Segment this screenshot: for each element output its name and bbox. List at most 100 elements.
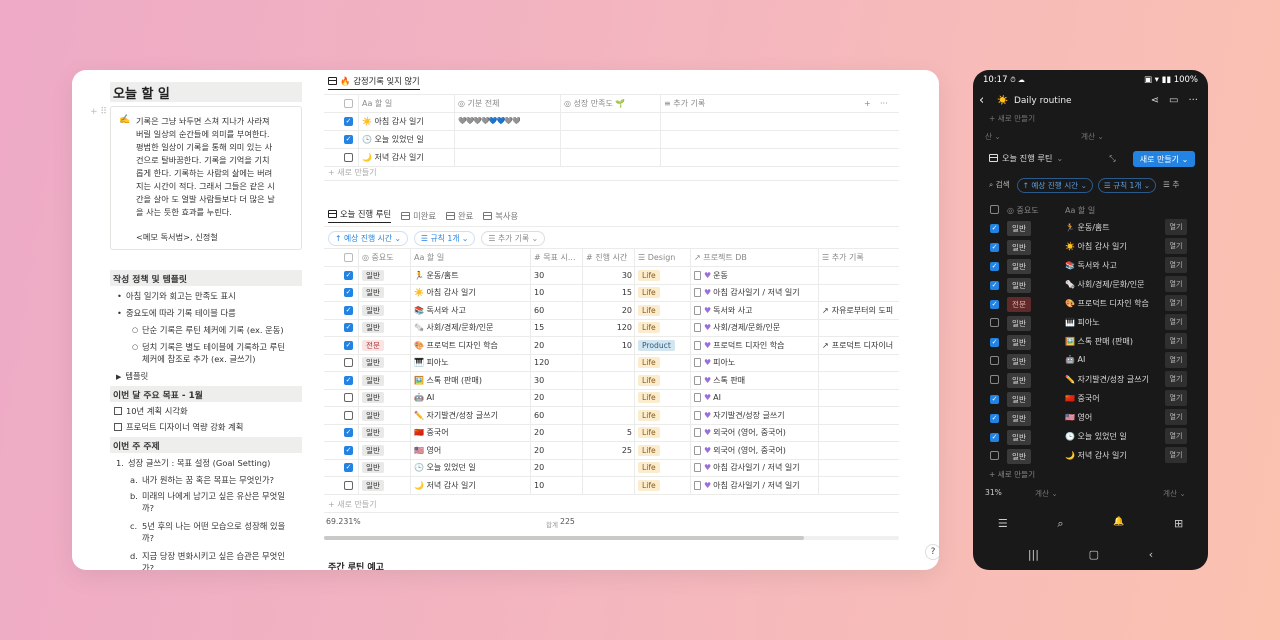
priority-tag[interactable]: 일반 (362, 374, 384, 386)
list-item[interactable]: 일반 ☀️ 아침 감사 일기 열기 (987, 237, 1197, 256)
list-item[interactable]: 일반 ✏️ 자기발견/성장 글쓰기 열기 (987, 370, 1197, 389)
row-task[interactable]: ☀️ 아침 감사 일기 (414, 284, 532, 302)
row-project-relation[interactable]: ♥ 자기발견/성장 글쓰기 (694, 406, 820, 424)
table-row[interactable]: 🌙 저녁 감사 일기 (324, 148, 899, 166)
open-row-button[interactable]: 열기 (1165, 333, 1187, 349)
row-project-relation[interactable]: ♥ AI (694, 389, 820, 407)
row-task[interactable]: 🗞️ 사회/경제/문화/인문 (1065, 279, 1144, 290)
row-checkbox[interactable] (344, 441, 353, 459)
row-checkbox[interactable] (990, 318, 999, 329)
list-item[interactable]: 일반 📚 독서와 사고 열기 (987, 256, 1197, 275)
priority-tag[interactable]: 일반 (1007, 335, 1031, 350)
row-checkbox[interactable] (990, 413, 999, 423)
priority-tag[interactable]: 전문 (1007, 297, 1031, 312)
row-task[interactable]: 🖼️ 스톡 판매 (판매) (414, 371, 532, 389)
row-task[interactable]: 🎨 프로덕트 디자인 학습 (1065, 298, 1149, 309)
row-task[interactable]: 🏃 운동/홈트 (1065, 222, 1110, 233)
row-task[interactable]: 🎨 프로덕트 디자인 학습 (414, 336, 532, 354)
row-checkbox[interactable] (344, 389, 353, 407)
open-row-button[interactable]: 열기 (1165, 314, 1187, 330)
priority-tag[interactable]: 일반 (362, 269, 384, 281)
toggle-triangle-icon[interactable]: ▶ (116, 373, 121, 381)
open-row-button[interactable]: 열기 (1165, 371, 1187, 387)
row-project-relation[interactable]: ♥ 아침 감사일기 / 저녁 일기 (694, 476, 820, 494)
row-checkbox[interactable] (344, 406, 353, 424)
list-item[interactable]: 일반 🖼️ 스톡 판매 (판매) 열기 (987, 332, 1197, 351)
bell-icon[interactable]: 🔔 (1113, 517, 1124, 535)
list-icon[interactable]: ☰ (998, 517, 1008, 535)
filter-rule[interactable]: ☰ 규칙 1개 ⌄ (414, 231, 476, 246)
phone-col-priority[interactable]: ◎ 중요도 (1007, 205, 1039, 216)
phone-new-row[interactable]: + 새로 만들기 (989, 469, 1035, 480)
comment-icon[interactable]: ▭ (1169, 95, 1178, 106)
phone-col-task[interactable]: Aa 할 일 (1065, 205, 1095, 216)
row-task[interactable]: 🌙 저녁 감사 일기 (414, 476, 532, 494)
select-all-checkbox[interactable] (344, 248, 353, 266)
db2-new-row-button[interactable]: + 새로 만들기 (328, 499, 377, 510)
priority-tag[interactable]: 일반 (1007, 278, 1031, 293)
row-checkbox[interactable] (344, 371, 353, 389)
open-row-button[interactable]: 열기 (1165, 352, 1187, 368)
col-header-1[interactable]: Aa 할 일 (414, 248, 532, 266)
row-checkbox[interactable] (344, 354, 353, 372)
phone-db-selector[interactable]: 오늘 진행 루틴 ⌄ ⤡ (989, 152, 1116, 164)
row-checkbox[interactable] (990, 375, 999, 386)
row-checkbox[interactable] (344, 130, 353, 148)
row-project-relation[interactable]: ♥ 아침 감사일기 / 저녁 일기 (694, 459, 820, 477)
table-row[interactable]: 일반🖼️ 스톡 판매 (판매)30Life♥스톡 판매 (324, 371, 899, 389)
row-checkbox[interactable] (990, 261, 999, 271)
design-tag[interactable]: Life (638, 392, 660, 403)
row-task[interactable]: 📚 독서와 사고 (1065, 260, 1117, 271)
search-icon[interactable]: ⌕ (1057, 517, 1063, 535)
open-row-button[interactable]: 열기 (1165, 295, 1187, 311)
col-header-5[interactable]: ↗ 프로젝트 DB (694, 248, 820, 266)
row-task[interactable]: 🇺🇸 영어 (414, 441, 532, 459)
db1-new-row-button[interactable]: + 새로 만들기 (328, 167, 377, 178)
tab-view-3[interactable]: 복사용 (483, 209, 518, 223)
design-tag[interactable]: Life (638, 287, 660, 298)
row-task[interactable]: 🖼️ 스톡 판매 (판매) (1065, 336, 1133, 347)
tab-view-0[interactable]: 오늘 진행 루틴 (328, 209, 392, 223)
priority-tag[interactable]: 일반 (1007, 411, 1031, 426)
row-project-relation[interactable]: ♥ 운동 (694, 266, 820, 284)
list-item[interactable]: 일반 🗞️ 사회/경제/문화/인문 열기 (987, 275, 1197, 294)
design-tag[interactable]: Life (638, 409, 660, 421)
new-page-icon[interactable]: ⊞ (1174, 517, 1183, 535)
row-extra-record[interactable]: ↗ 자유로부터의 도피 (822, 301, 899, 319)
open-row-button[interactable]: 열기 (1165, 257, 1187, 273)
row-task[interactable]: 🕒 오늘 있었던 일 (1065, 431, 1127, 442)
priority-tag[interactable]: 일반 (362, 392, 384, 403)
drag-handle-icon[interactable]: + ⠿ (90, 107, 107, 117)
priority-tag[interactable]: 일반 (362, 479, 384, 491)
row-checkbox[interactable] (344, 336, 353, 354)
table-row[interactable]: 일반🕒 오늘 있었던 일20Life♥아침 감사일기 / 저녁 일기 (324, 458, 899, 477)
row-checkbox[interactable] (344, 112, 353, 130)
row-task[interactable]: 🗞️ 사회/경제/문화/인문 (414, 319, 532, 337)
tab-emotion-log[interactable]: 🔥 감정기록 잊지 않기 (328, 76, 420, 90)
row-checkbox[interactable] (990, 337, 999, 347)
col-header-2[interactable]: # 목표 시... (534, 248, 584, 266)
priority-tag[interactable]: 일반 (1007, 392, 1031, 407)
priority-tag[interactable]: 일반 (362, 427, 384, 438)
row-task[interactable]: 🌙 저녁 감사 일기 (1065, 450, 1127, 461)
list-item[interactable]: 일반 🕒 오늘 있었던 일 열기 (987, 427, 1197, 446)
priority-tag[interactable]: 일반 (362, 322, 384, 333)
row-task[interactable]: ☀️ 아침 감사 일기 (1065, 241, 1127, 252)
row-checkbox[interactable] (990, 280, 999, 290)
list-item[interactable]: 일반 🇺🇸 영어 열기 (987, 408, 1197, 427)
design-tag[interactable]: Product (638, 339, 675, 351)
row-project-relation[interactable]: ♥ 독서와 사고 (694, 301, 820, 319)
system-back-icon[interactable]: ‹ (1149, 548, 1153, 562)
priority-tag[interactable]: 일반 (362, 287, 384, 298)
list-item[interactable]: 전문 🎨 프로덕트 디자인 학습 열기 (987, 294, 1197, 313)
table-row[interactable]: 일반🇨🇳 중국어205Life♥외국어 (영어, 중국어) (324, 423, 899, 441)
design-tag[interactable]: Life (638, 444, 660, 456)
design-tag[interactable]: Life (638, 357, 660, 368)
horizontal-scrollbar[interactable] (324, 536, 899, 540)
priority-tag[interactable]: 일반 (1007, 354, 1031, 369)
priority-tag[interactable]: 일반 (1007, 221, 1031, 236)
open-row-button[interactable]: 열기 (1165, 390, 1187, 406)
open-row-button[interactable]: 열기 (1165, 219, 1187, 235)
table-row[interactable]: 일반☀️ 아침 감사 일기1015Life♥아침 감사일기 / 저녁 일기 (324, 283, 899, 302)
priority-tag[interactable]: 일반 (362, 304, 384, 316)
